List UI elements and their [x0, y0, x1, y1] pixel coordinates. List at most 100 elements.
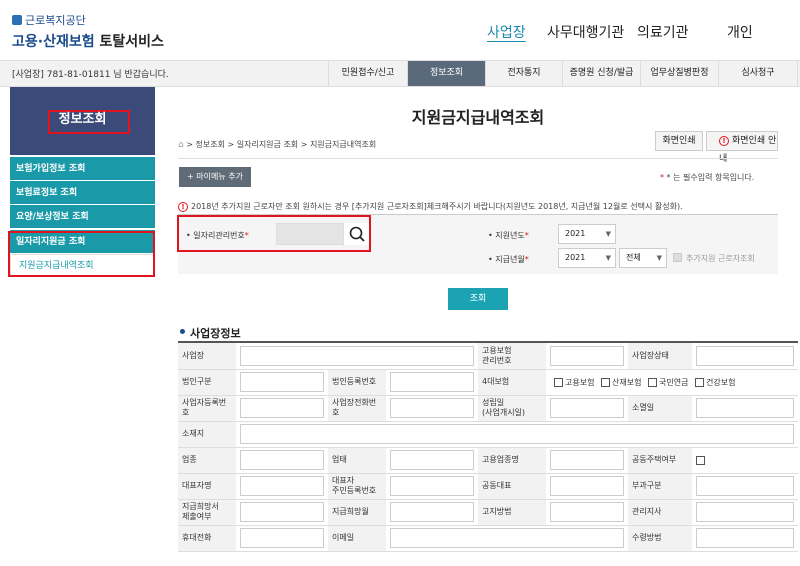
ceo-id-field[interactable]: [390, 476, 474, 496]
address-field[interactable]: [240, 424, 794, 444]
closing-date-field[interactable]: [696, 398, 794, 418]
home-icon[interactable]: ⌂: [178, 140, 184, 150]
sidebar-item-care[interactable]: 요양/보상정보 조회: [10, 205, 155, 229]
cell-label: 성립일 (사업개시일): [478, 395, 546, 422]
cell-value: [692, 395, 798, 422]
chevron-down-icon: ▼: [605, 230, 611, 238]
business-type-field[interactable]: [390, 450, 474, 470]
corp-number-field[interactable]: [390, 372, 474, 392]
logo-sub: 근로복지공단: [25, 14, 86, 27]
request-submitted-field[interactable]: [240, 502, 324, 522]
breadcrumb: ⌂ > 정보조회 > 일자리지원금 조회 > 지원금지급내역조회: [178, 139, 376, 150]
print-guide-button[interactable]: ! 화면인쇄 안내: [706, 131, 778, 164]
extra-worker-checkbox[interactable]: [673, 253, 682, 262]
cell-value: [386, 369, 478, 396]
cell-label: 4대보험: [478, 369, 546, 396]
table-row: 사업장 고용보험 관리번호 사업장상태: [178, 343, 798, 370]
divider: [178, 158, 778, 159]
alert-icon: !: [719, 135, 729, 146]
branch-field[interactable]: [696, 502, 794, 522]
cell-label: 지급희망월: [328, 499, 386, 526]
cell-label: 수령방법: [628, 525, 692, 552]
status-field[interactable]: [696, 345, 794, 366]
logo[interactable]: 근로복지공단 고용·산재보험 토탈서비스: [12, 12, 164, 51]
cell-label: 대표자 주민등록번호: [328, 473, 386, 500]
cell-label: 고지방법: [478, 499, 546, 526]
email-field[interactable]: [390, 528, 624, 548]
cell-value: [692, 525, 798, 552]
topnav-personal[interactable]: 개인: [727, 22, 753, 42]
workplace-info-table: 사업장 고용보험 관리번호 사업장상태 법인구분 법인등록번호 4대보험 고용보…: [178, 341, 798, 552]
cell-label: 소멸일: [628, 395, 692, 422]
industry-field[interactable]: [240, 450, 324, 470]
table-row: 법인구분 법인등록번호 4대보험 고용보험 산재보험 국민연금 건강보험: [178, 369, 798, 396]
pension-checkbox[interactable]: [648, 377, 657, 387]
biz-info: [사업장] 781-81-01811 님 반갑습니다.: [12, 70, 169, 80]
established-date-field[interactable]: [550, 398, 624, 418]
tab-cert[interactable]: 증명원 신청/발급: [562, 61, 640, 86]
cell-value: [546, 499, 628, 526]
month-year-select[interactable]: 2021 ▼: [558, 248, 616, 268]
table-row: 대표자명 대표자 주민등록번호 공동대표 부과구분: [178, 473, 798, 500]
cell-label: 사업자등록번 호: [178, 395, 236, 422]
topnav-agency[interactable]: 사무대행기관: [547, 22, 624, 42]
table-row: 사업자등록번 호 사업장전화번 호 성립일 (사업개시일) 소멸일: [178, 395, 798, 422]
table-row: 업종 업태 고용업종명 공동주택여부: [178, 447, 798, 474]
print-button[interactable]: 화면인쇄: [655, 131, 703, 151]
query-button[interactable]: 조회: [448, 288, 508, 310]
section-title: 사업장정보: [190, 327, 241, 340]
cell-label: 소재지: [178, 421, 236, 448]
employment-ins-checkbox[interactable]: [554, 377, 563, 387]
shared-housing-checkbox[interactable]: [696, 455, 705, 465]
table-row: 지급희망서 제출여부 지급희망월 고지방법 관리지사: [178, 499, 798, 526]
desired-month-field[interactable]: [390, 502, 474, 522]
month-select[interactable]: 전체 ▼: [619, 248, 667, 268]
joint-ceo-field[interactable]: [550, 476, 624, 496]
receive-method-field[interactable]: [696, 528, 794, 548]
cell-label: 법인등록번호: [328, 369, 386, 396]
table-row: 휴대전화 이메일 수령방법: [178, 525, 798, 552]
add-mymenu-button[interactable]: + 마이메뉴 추가: [179, 167, 251, 187]
sidebar-item-premium[interactable]: 보험료정보 조회: [10, 181, 155, 205]
levy-type-field[interactable]: [696, 476, 794, 496]
workplace-name-field[interactable]: [240, 345, 474, 366]
cell-value: [386, 447, 478, 474]
cell-value: [386, 525, 628, 552]
tab-review[interactable]: 심사청구: [718, 61, 798, 86]
mobile-field[interactable]: [240, 528, 324, 548]
highlight-box: [8, 231, 155, 277]
cell-value: [692, 447, 798, 474]
cell-label: 이메일: [328, 525, 386, 552]
cell-label: 공동대표: [478, 473, 546, 500]
cell-value: [546, 395, 628, 422]
year-select[interactable]: 2021 ▼: [558, 224, 616, 244]
biz-reg-field[interactable]: [240, 398, 324, 418]
year-label: • 지원년도*: [488, 231, 529, 240]
corp-type-field[interactable]: [240, 372, 324, 392]
phone-field[interactable]: [390, 398, 474, 418]
cell-value: [236, 369, 328, 396]
industrial-ins-checkbox[interactable]: [601, 377, 610, 387]
emp-ins-number-field[interactable]: [550, 345, 624, 366]
health-ins-checkbox[interactable]: [695, 377, 704, 387]
notice-method-field[interactable]: [550, 502, 624, 522]
cell-value: [692, 343, 798, 370]
cell-label: 고용업종명: [478, 447, 546, 474]
ceo-name-field[interactable]: [240, 476, 324, 496]
topnav-medical[interactable]: 의료기관: [637, 22, 689, 42]
cell-label: 사업장전화번 호: [328, 395, 386, 422]
table-row: 소재지: [178, 421, 798, 448]
notice-text: 2018년 추가지원 근로자만 조회 원하시는 경우 [추가지원 근로자조회]체…: [191, 202, 683, 211]
topnav-business[interactable]: 사업장: [487, 22, 526, 42]
tab-civil[interactable]: 민원접수/신고: [328, 61, 407, 86]
tab-notice[interactable]: 전자통지: [485, 61, 562, 86]
emp-industry-field[interactable]: [550, 450, 624, 470]
cell-value: [236, 421, 798, 448]
tab-info[interactable]: 정보조회: [407, 61, 485, 86]
cell-value: [386, 395, 478, 422]
alert-icon: !: [178, 201, 188, 212]
sidebar-item-insurance[interactable]: 보험가입정보 조회: [10, 157, 155, 181]
tab-disease[interactable]: 업무상질병판정: [640, 61, 718, 86]
cell-value: 고용보험 산재보험 국민연금 건강보험: [546, 369, 798, 396]
cell-value: [236, 473, 328, 500]
